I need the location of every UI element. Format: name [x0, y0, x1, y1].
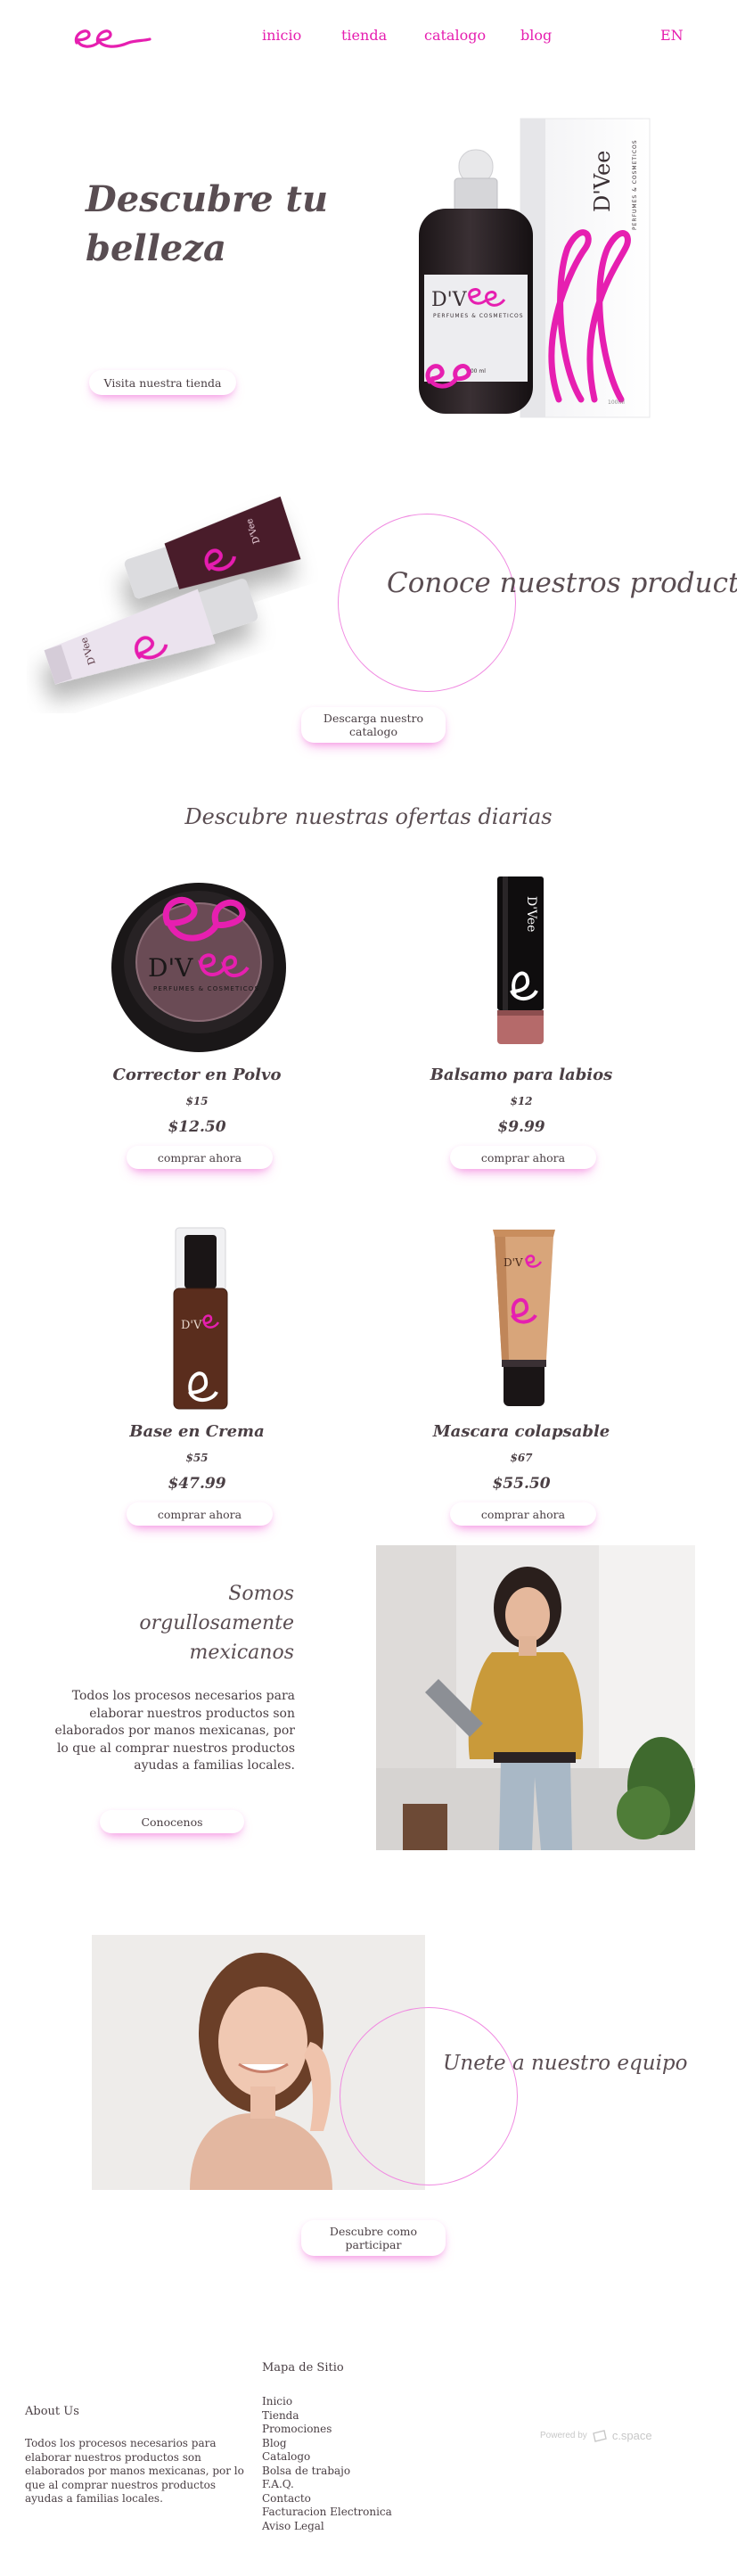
proud-body: Todos los procesos necesarios para elabo… — [54, 1689, 295, 1773]
svg-text:D'Vee: D'Vee — [590, 151, 615, 212]
product-image-mascara: D'V — [493, 1230, 555, 1406]
sitemap-link-tienda[interactable]: Tienda — [262, 2409, 392, 2424]
sitemap-link-blog[interactable]: Blog — [262, 2437, 392, 2451]
nav-link-catalogo[interactable]: catalogo — [424, 27, 486, 44]
box-volume: 100ml — [608, 399, 625, 406]
team-title: Unete a nuestro equipo — [443, 2052, 688, 2075]
product-image-base: D'V — [173, 1227, 228, 1410]
sitemap-link-catalogo[interactable]: Catalogo — [262, 2450, 392, 2465]
product-name[interactable]: Balsamo para labios — [388, 1066, 655, 1084]
footer-about-body: Todos los procesos necesarios para elabo… — [25, 2437, 244, 2505]
svg-text:D'V: D'V — [148, 953, 193, 983]
sitemap-link-faq[interactable]: F.A.Q. — [262, 2478, 392, 2492]
tubes-image: D'Vee D'Vee — [44, 496, 301, 685]
svg-text:PERFUMES & COSMETICOS: PERFUMES & COSMETICOS — [153, 985, 259, 992]
svg-text:PERFUMES & COSMETICOS: PERFUMES & COSMETICOS — [433, 313, 524, 319]
product-image-balsamo: D'Vee — [497, 876, 544, 1044]
cspace-brand: c.space — [611, 2429, 652, 2442]
product-price: $9.99 — [497, 1118, 545, 1136]
cspace-icon — [592, 2429, 607, 2442]
svg-text:PERFUMES & COSMETICOS: PERFUMES & COSMETICOS — [632, 139, 638, 230]
svg-text:D'V: D'V — [504, 1256, 523, 1269]
product-old-price: $55 — [185, 1452, 209, 1464]
product-old-price: $15 — [185, 1095, 209, 1107]
woman-with-tablet-photo — [376, 1545, 695, 1850]
nav-link-tienda[interactable]: tienda — [341, 27, 387, 44]
buy-now-button[interactable]: comprar ahora — [450, 1502, 596, 1526]
language-switch[interactable]: EN — [660, 27, 684, 44]
product-price: $55.50 — [492, 1475, 551, 1493]
product-old-price: $12 — [510, 1095, 533, 1107]
product-image-corrector: D'V PERFUMES & COSMETICOS — [111, 883, 286, 1052]
nav-link-inicio[interactable]: inicio — [262, 27, 301, 44]
decorative-circle — [338, 514, 516, 692]
sitemap-link-bolsa-de-trabajo[interactable]: Bolsa de trabajo — [262, 2465, 392, 2479]
visit-store-button[interactable]: Visita nuestra tienda — [89, 370, 236, 395]
product-old-price: $67 — [510, 1452, 533, 1464]
svg-text:D'V: D'V — [431, 289, 468, 311]
proud-title: Somos orgullosamente mexicanos — [139, 1583, 294, 1664]
offers-title: Descubre nuestras ofertas diarias — [184, 804, 553, 829]
sitemap-link-inicio[interactable]: Inicio — [262, 2395, 392, 2409]
powered-by-badge[interactable]: Powered by c.space — [540, 2429, 652, 2442]
sitemap-link-facturacion[interactable]: Facturacion Electronica — [262, 2506, 392, 2520]
svg-text:D'V: D'V — [181, 1319, 202, 1332]
join-team-button[interactable]: Descubre como participar — [301, 2220, 446, 2256]
products-intro-title: Conoce nuestros productos — [387, 567, 737, 599]
sitemap-list: Inicio Tienda Promociones Blog Catalogo … — [262, 2395, 392, 2533]
nav-link-blog[interactable]: blog — [520, 27, 552, 44]
sitemap-link-aviso-legal[interactable]: Aviso Legal — [262, 2520, 392, 2534]
svg-text:D'Vee: D'Vee — [524, 896, 538, 932]
product-name[interactable]: Corrector en Polvo — [63, 1066, 331, 1084]
about-us-button[interactable]: Conocenos — [100, 1810, 244, 1833]
buy-now-button[interactable]: comprar ahora — [127, 1146, 273, 1169]
buy-now-button[interactable]: comprar ahora — [127, 1502, 273, 1526]
hero-title: Descubre tu belleza — [86, 178, 329, 269]
buy-now-button[interactable]: comprar ahora — [450, 1146, 596, 1169]
hero-product-image: D'Vee PERFUMES & COSMETICOS 100ml D'V PE… — [419, 118, 651, 418]
download-catalog-button[interactable]: Descarga nuestro catalogo — [301, 707, 446, 743]
product-price: $12.50 — [168, 1118, 226, 1136]
footer-about-title: About Us — [25, 2405, 79, 2418]
product-name[interactable]: Base en Crema — [63, 1422, 331, 1441]
product-name[interactable]: Mascara colapsable — [388, 1422, 655, 1441]
brand-logo[interactable] — [71, 20, 153, 55]
footer-sitemap-title: Mapa de Sitio — [262, 2361, 344, 2374]
sitemap-link-contacto[interactable]: Contacto — [262, 2492, 392, 2506]
decorative-circle — [340, 2007, 518, 2185]
sitemap-link-promociones[interactable]: Promociones — [262, 2423, 392, 2437]
product-price: $47.99 — [168, 1475, 226, 1493]
powered-by-label: Powered by — [540, 2431, 587, 2440]
